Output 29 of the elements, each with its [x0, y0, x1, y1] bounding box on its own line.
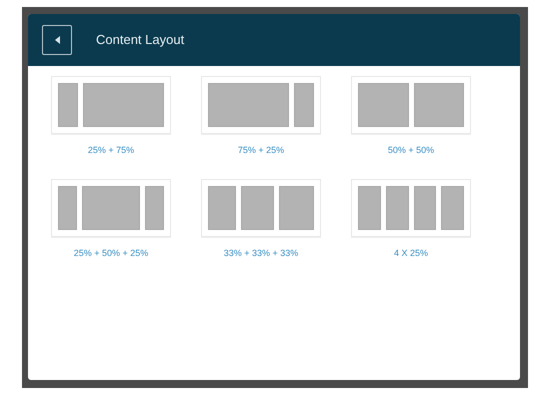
layout-label[interactable]: 33% + 33% + 33% — [224, 246, 298, 260]
layout-label[interactable]: 25% + 50% + 25% — [74, 246, 148, 260]
column-block — [386, 186, 408, 230]
layout-label[interactable]: 4 X 25% — [394, 246, 428, 260]
column-block — [358, 186, 381, 230]
layout-option[interactable] — [51, 76, 171, 134]
layout-option[interactable] — [201, 178, 321, 236]
layout-option[interactable] — [201, 76, 321, 134]
caret-left-icon — [54, 36, 60, 44]
layout-label[interactable]: 25% + 75% — [88, 144, 134, 158]
back-button[interactable] — [42, 25, 72, 55]
column-block — [208, 186, 236, 230]
column-block — [278, 186, 314, 230]
layout-label[interactable]: 50% + 50% — [388, 144, 434, 158]
layout-label[interactable]: 75% + 25% — [238, 144, 284, 158]
column-block — [358, 83, 408, 127]
layout-option[interactable] — [351, 178, 471, 236]
column-block — [441, 186, 464, 230]
column-block — [82, 186, 140, 230]
layout-option[interactable] — [351, 76, 471, 134]
column-block — [414, 83, 464, 127]
layout-option[interactable] — [51, 178, 171, 236]
column-block — [145, 186, 164, 230]
column-block — [294, 83, 314, 127]
dialog-title: Content Layout — [96, 31, 184, 50]
column-block — [58, 83, 78, 127]
column-block — [414, 186, 436, 230]
column-block — [240, 186, 274, 230]
column-block — [58, 186, 77, 230]
